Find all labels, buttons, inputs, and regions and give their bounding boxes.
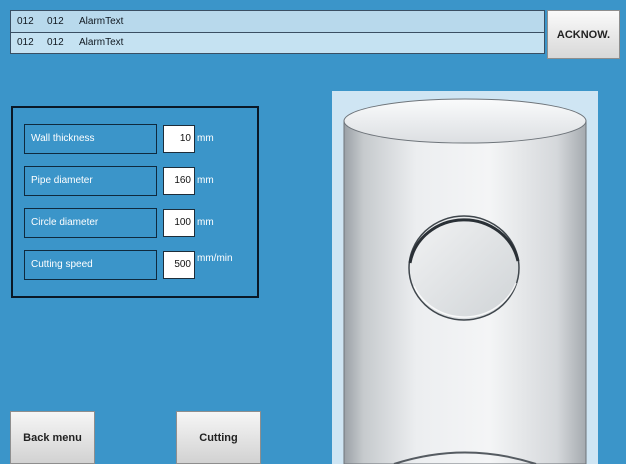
back-menu-button[interactable]: Back menu [10,411,95,464]
pipe-diameter-label: Pipe diameter [24,166,157,196]
acknowledge-button[interactable]: ACKNOW. [547,10,620,59]
pipe-icon [343,98,587,464]
alarm-text: AlarmText [79,37,124,48]
wall-thickness-field[interactable]: 10 [163,125,195,153]
circle-diameter-label: Circle diameter [24,208,157,238]
pipe-diameter-field[interactable]: 160 [163,167,195,195]
alarm-code: 012 [17,16,34,27]
cutting-speed-unit: mm/min [197,253,233,264]
alarm-list[interactable]: 012 012 AlarmText 012 012 AlarmText [10,10,545,54]
parameter-panel: Wall thickness 10 mm Pipe diameter 160 m… [11,106,259,298]
wall-thickness-label: Wall thickness [24,124,157,154]
alarm-row[interactable]: 012 012 AlarmText [11,32,544,53]
alarm-code: 012 [47,16,64,27]
circle-diameter-unit: mm [197,217,214,228]
cutting-speed-label: Cutting speed [24,250,157,280]
alarm-text: AlarmText [79,16,124,27]
alarm-row[interactable]: 012 012 AlarmText [11,11,544,33]
wall-thickness-unit: mm [197,133,214,144]
circle-diameter-field[interactable]: 100 [163,209,195,237]
alarm-code: 012 [47,37,64,48]
cutting-speed-field[interactable]: 500 [163,251,195,279]
alarm-code: 012 [17,37,34,48]
cutting-button[interactable]: Cutting [176,411,261,464]
pipe-preview [332,91,598,464]
pipe-diameter-unit: mm [197,175,214,186]
